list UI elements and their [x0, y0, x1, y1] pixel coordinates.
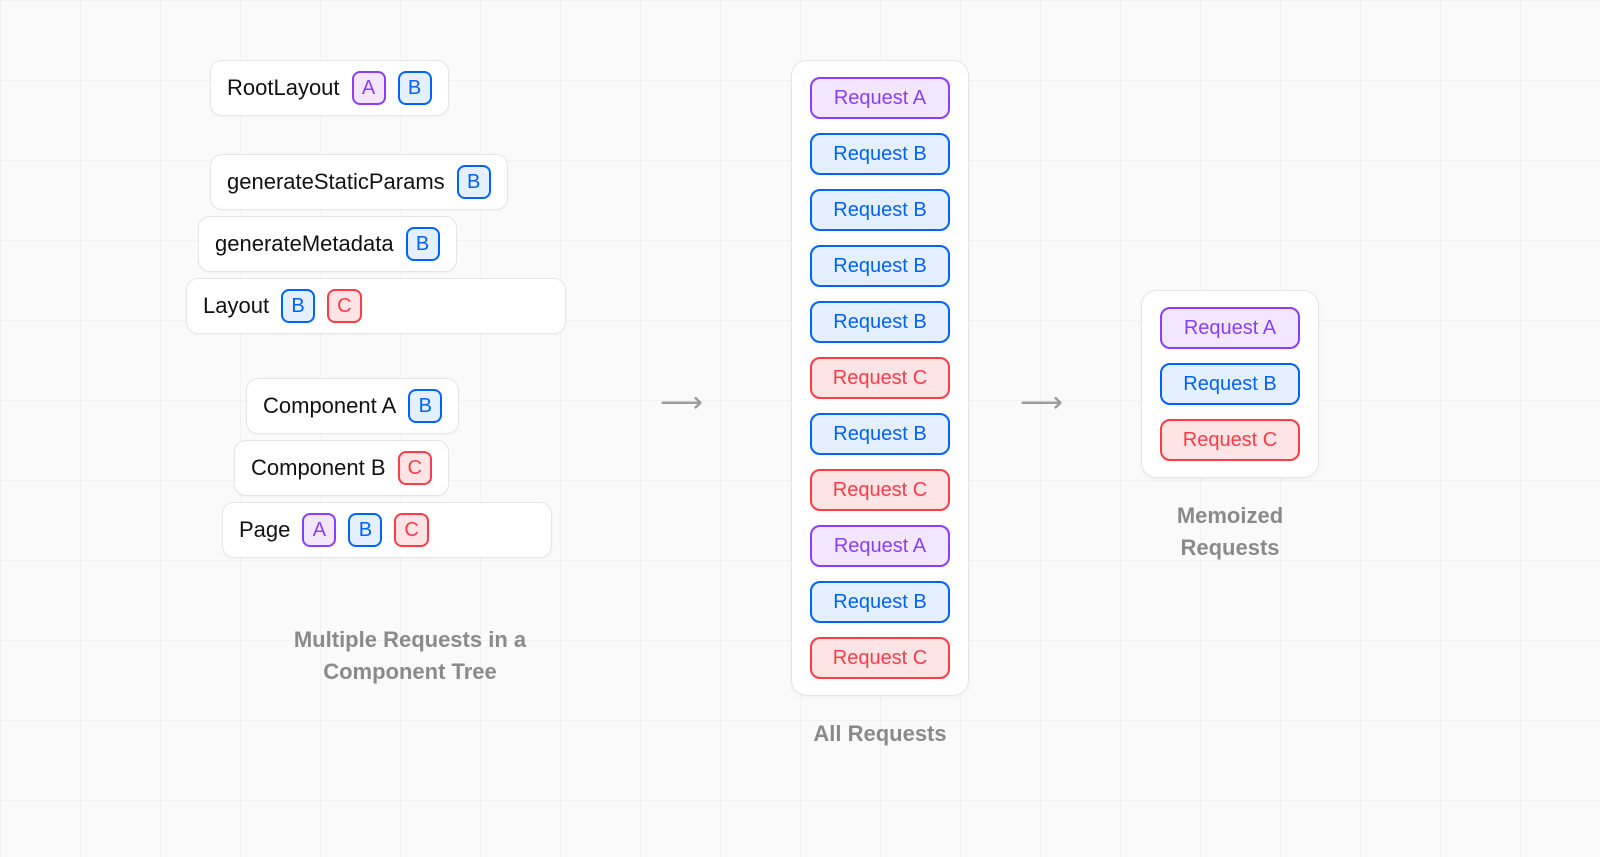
request-item-b: Request B — [810, 189, 950, 231]
tree-card-componenta: Component A B — [246, 378, 459, 434]
tree-group-root: RootLayout A B — [210, 60, 449, 118]
memoized-requests-panel: Request A Request B Request C — [1141, 290, 1319, 478]
tree-card-label: RootLayout — [227, 75, 340, 101]
request-item-c: Request C — [810, 357, 950, 399]
tree-card-generatestaticparams: generateStaticParams B — [210, 154, 508, 210]
tree-card-label: Component B — [251, 455, 386, 481]
tree-group-page: Component A B Component B C Page A B C — [246, 378, 646, 566]
tree-card-rootlayout: RootLayout A B — [210, 60, 449, 116]
tree-card-componentb: Component B C — [234, 440, 449, 496]
all-requests-column: Request A Request B Request B Request B Requ… — [780, 60, 980, 750]
request-chip-b: B — [348, 513, 382, 547]
request-item-a: Request A — [1160, 307, 1300, 349]
request-chip-c: C — [394, 513, 428, 547]
tree-card-label: Page — [239, 517, 290, 543]
request-chip-a: A — [302, 513, 336, 547]
tree-card-page: Page A B C — [222, 502, 552, 558]
request-item-c: Request C — [810, 469, 950, 511]
all-requests-panel: Request A Request B Request B Request B Requ… — [791, 60, 969, 696]
memoized-requests-column: Request A Request B Request C MemoizedRequ… — [1120, 290, 1340, 564]
all-requests-caption: All Requests — [813, 718, 946, 750]
request-chip-b: B — [281, 289, 315, 323]
tree-group-layout: generateStaticParams B generateMetadata … — [210, 154, 610, 342]
request-item-b: Request B — [1160, 363, 1300, 405]
request-chip-a: A — [352, 71, 386, 105]
request-chip-c: C — [327, 289, 361, 323]
tree-card-label: Layout — [203, 293, 269, 319]
request-item-a: Request A — [810, 77, 950, 119]
request-chip-b: B — [408, 389, 442, 423]
request-item-b: Request B — [810, 413, 950, 455]
arrow-icon: ⟶ — [660, 385, 703, 420]
request-chip-b: B — [457, 165, 491, 199]
request-item-b: Request B — [810, 133, 950, 175]
tree-card-generatemetadata: generateMetadata B — [198, 216, 457, 272]
request-item-b: Request B — [810, 301, 950, 343]
memoized-requests-caption: MemoizedRequests — [1177, 500, 1283, 564]
arrow-icon: ⟶ — [1020, 385, 1063, 420]
component-tree-column: RootLayout A B generateStaticParams B ge… — [210, 60, 610, 688]
component-tree-caption: Multiple Requests in aComponent Tree — [210, 624, 610, 688]
tree-card-label: Component A — [263, 393, 396, 419]
tree-card-layout: Layout B C — [186, 278, 566, 334]
request-item-b: Request B — [810, 581, 950, 623]
tree-card-label: generateStaticParams — [227, 169, 445, 195]
request-item-a: Request A — [810, 525, 950, 567]
request-item-b: Request B — [810, 245, 950, 287]
tree-card-label: generateMetadata — [215, 231, 394, 257]
request-chip-b: B — [398, 71, 432, 105]
request-chip-b: B — [406, 227, 440, 261]
request-item-c: Request C — [1160, 419, 1300, 461]
request-chip-c: C — [398, 451, 432, 485]
request-item-c: Request C — [810, 637, 950, 679]
